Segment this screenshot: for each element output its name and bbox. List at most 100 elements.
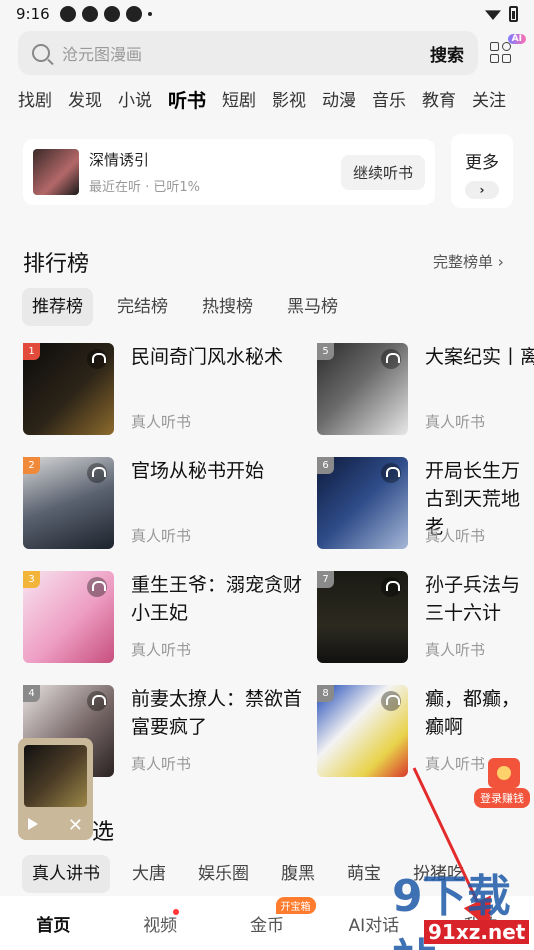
rank-badge: 5 xyxy=(317,343,334,360)
ranking-item-sub: 真人听书 xyxy=(425,527,486,545)
ranking-item-sub: 真人听书 xyxy=(131,413,192,431)
ranking-item-sub: 真人听书 xyxy=(131,527,192,545)
ranking-tab[interactable]: 热搜榜 xyxy=(192,288,263,326)
continue-title: 深情诱引 xyxy=(89,151,150,169)
ranking-item[interactable]: 3 重生王爷：溺宠贪财小王妃 真人听书 xyxy=(23,571,313,663)
treasure-badge: 开宝箱 xyxy=(275,896,316,914)
tab-coins[interactable]: 金币 开宝箱 xyxy=(214,896,321,936)
app-notification-icon xyxy=(103,6,120,22)
ai-apps-icon[interactable]: AI xyxy=(490,34,526,66)
rank-badge: 8 xyxy=(317,685,334,702)
wifi-icon xyxy=(485,10,501,20)
rank-badge: 1 xyxy=(23,343,40,360)
headphones-icon xyxy=(87,349,107,369)
ranking-item-sub: 真人听书 xyxy=(425,413,486,431)
full-ranking-label: 完整榜单 xyxy=(433,253,494,271)
battery-icon xyxy=(509,6,518,22)
more-label: 更多 xyxy=(465,153,499,173)
section-tab[interactable]: 娱乐圈 xyxy=(188,855,259,893)
search-button[interactable]: 搜索 xyxy=(430,41,464,66)
category-tab-active[interactable]: 听书 xyxy=(168,88,206,116)
login-earn-float[interactable]: 登录赚钱 xyxy=(474,758,530,808)
section-tab[interactable]: 大唐 xyxy=(122,855,176,893)
ranking-item-title: 孙子兵法与三十六计 xyxy=(425,574,521,624)
play-icon[interactable] xyxy=(28,818,38,830)
full-ranking-link[interactable]: 完整榜单 › xyxy=(433,251,504,272)
continue-progress: 最近在听 · 已听1% xyxy=(89,180,201,195)
category-tab[interactable]: 音乐 xyxy=(372,88,406,116)
section-tab[interactable]: 腹黑 xyxy=(271,855,325,893)
category-tab[interactable]: 短剧 xyxy=(222,88,256,116)
rank-badge: 4 xyxy=(23,685,40,702)
tab-video[interactable]: 视频 xyxy=(107,908,214,936)
ranking-item[interactable]: 7 孙子兵法与三十六计 真人听书 xyxy=(317,571,534,663)
rank-badge: 7 xyxy=(317,571,334,588)
ranking-item-title: 官场从秘书开始 xyxy=(131,460,265,482)
category-tab[interactable]: 关注 xyxy=(472,88,506,116)
tab-label: 视频 xyxy=(143,915,178,936)
ranking-tab-active[interactable]: 推荐榜 xyxy=(22,288,93,326)
notification-icons xyxy=(59,6,152,22)
ranking-item-title: 民间奇门风水秘术 xyxy=(131,346,284,368)
category-tabs: 找剧 发现 小说 听书 短剧 影视 动漫 音乐 教育 关注 xyxy=(0,88,534,116)
ranking-item-title: 前妻太撩人：禁欲首富要疯了 xyxy=(131,688,303,738)
ranking-item[interactable]: 6 开局长生万古到天荒地老 真人听书 xyxy=(317,457,534,549)
search-placeholder[interactable]: 沧元图漫画 xyxy=(62,41,430,65)
tab-home[interactable]: 首页 xyxy=(0,911,107,936)
ranking-item[interactable]: 1 民间奇门风水秘术 真人听书 xyxy=(23,343,313,435)
category-tab[interactable]: 找剧 xyxy=(18,88,52,116)
ranking-item[interactable]: 5 大案纪实丨离奇案命案 真人听书 xyxy=(317,343,534,435)
category-tab[interactable]: 小说 xyxy=(118,88,152,116)
red-envelope-icon xyxy=(488,758,520,788)
headphones-icon xyxy=(381,577,401,597)
rank-badge: 3 xyxy=(23,571,40,588)
category-tab[interactable]: 发现 xyxy=(68,88,102,116)
login-earn-label: 登录赚钱 xyxy=(474,788,530,808)
ranking-item-sub: 真人听书 xyxy=(131,755,192,773)
notification-dot xyxy=(173,908,179,915)
app-notification-icon xyxy=(81,6,98,22)
section-tab-active[interactable]: 真人讲书 xyxy=(22,855,110,893)
status-time: 9:16 xyxy=(16,5,50,23)
status-bar: 9:16 xyxy=(0,0,534,28)
more-card[interactable]: 更多 › xyxy=(451,134,513,208)
ai-badge: AI xyxy=(507,34,526,44)
category-tab[interactable]: 动漫 xyxy=(322,88,356,116)
headphones-icon xyxy=(381,349,401,369)
category-tab[interactable]: 影视 xyxy=(272,88,306,116)
close-icon[interactable]: ✕ xyxy=(68,815,83,836)
headphones-icon xyxy=(87,691,107,711)
watermark-logo: 9下载站 91xz.net xyxy=(372,860,534,950)
section-title: 选 xyxy=(92,820,115,845)
headphones-icon xyxy=(381,463,401,483)
app-notification-icon xyxy=(125,6,142,22)
category-tab[interactable]: 教育 xyxy=(422,88,456,116)
ranking-item-sub: 真人听书 xyxy=(131,641,192,659)
headphones-icon xyxy=(87,463,107,483)
app-notification-icon xyxy=(59,6,76,22)
search-bar[interactable]: 沧元图漫画 搜索 xyxy=(18,31,478,75)
mini-player-cover xyxy=(24,745,87,807)
continue-listening-card[interactable]: 深情诱引 最近在听 · 已听1% 继续听书 xyxy=(23,139,435,205)
rank-badge: 6 xyxy=(317,457,334,474)
more-notifications-icon xyxy=(147,12,152,16)
search-icon xyxy=(32,44,50,62)
mini-player[interactable]: ✕ xyxy=(18,738,93,840)
ranking-tab[interactable]: 黑马榜 xyxy=(277,288,348,326)
ranking-item-title: 重生王爷：溺宠贪财小王妃 xyxy=(131,574,303,624)
ranking-tab[interactable]: 完结榜 xyxy=(107,288,178,326)
book-cover xyxy=(33,149,79,195)
tab-label: 首页 xyxy=(36,915,71,936)
headphones-icon xyxy=(87,577,107,597)
headphones-icon xyxy=(381,691,401,711)
ranking-item[interactable]: 2 官场从秘书开始 真人听书 xyxy=(23,457,313,549)
rank-badge: 2 xyxy=(23,457,40,474)
continue-listening-button[interactable]: 继续听书 xyxy=(340,154,425,190)
ranking-item-title: 癫，都癫，癫啊 xyxy=(425,688,521,738)
ranking-tabs: 推荐榜 完结榜 热搜榜 黑马榜 xyxy=(22,288,362,326)
chevron-right-icon: › xyxy=(465,181,499,199)
watermark-site: 91xz.net xyxy=(424,920,530,944)
tab-label: 金币 xyxy=(249,915,284,936)
ranking-item-sub: 真人听书 xyxy=(425,641,486,659)
ranking-item-title: 大案纪实丨离奇案命案 xyxy=(425,346,534,368)
